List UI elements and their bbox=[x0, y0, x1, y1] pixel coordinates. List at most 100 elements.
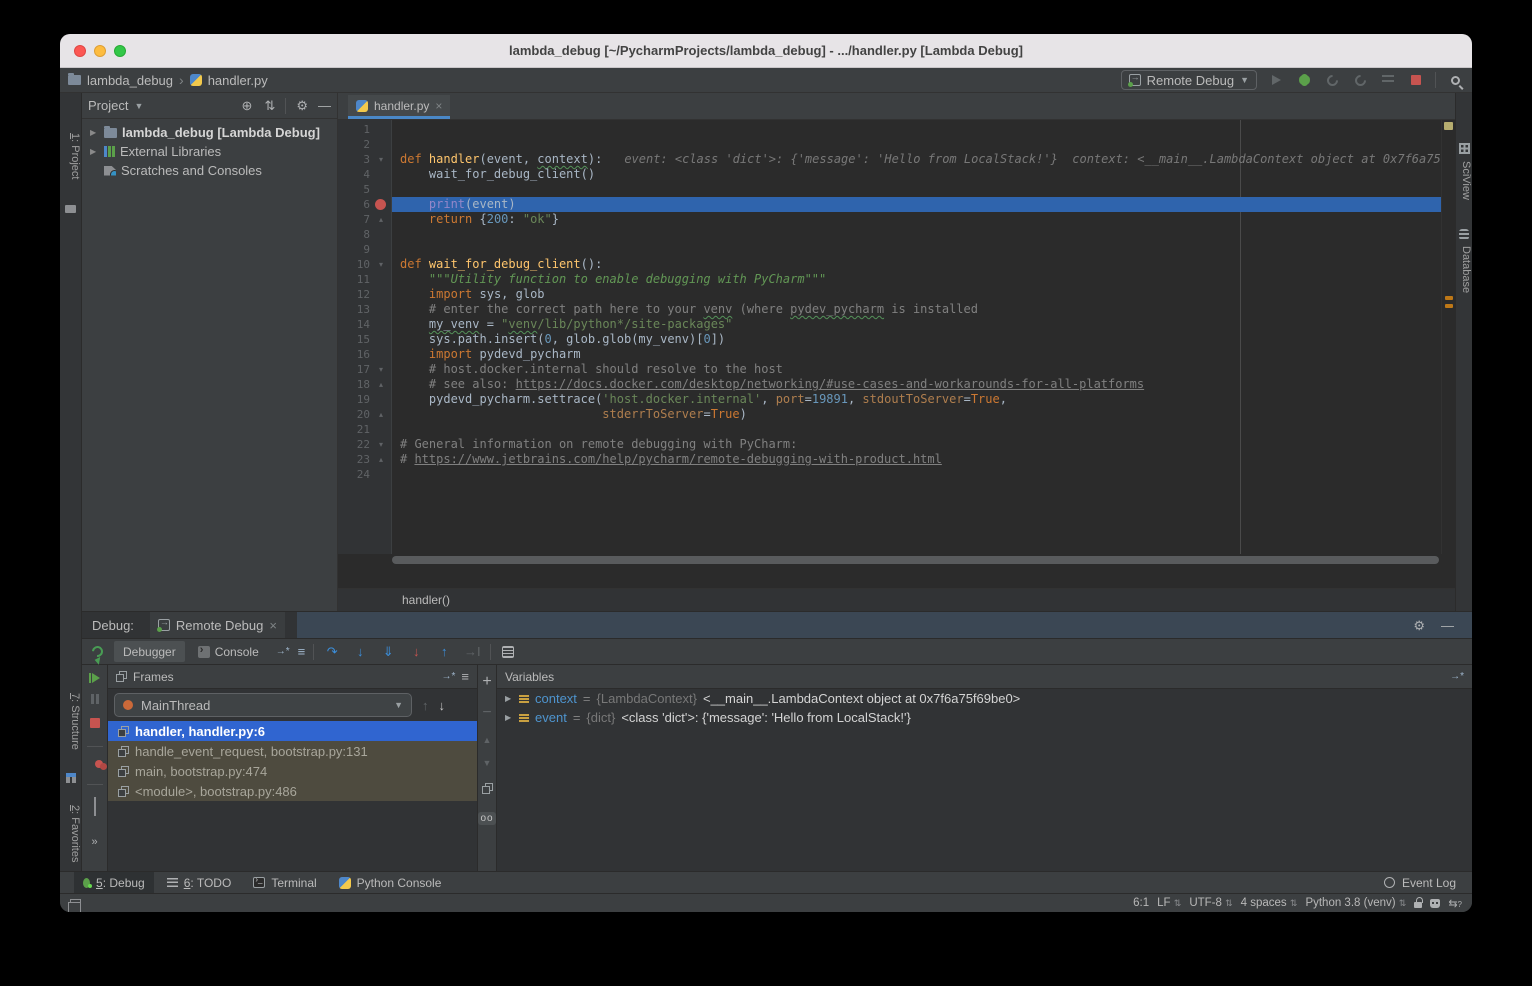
expand-arrow-icon[interactable]: ▶ bbox=[90, 147, 99, 156]
code-text[interactable] bbox=[392, 227, 1455, 242]
line-number[interactable]: 3 bbox=[338, 152, 370, 167]
remove-watch-button[interactable]: − bbox=[482, 704, 491, 722]
variable-row[interactable]: ▶event={dict}<class 'dict'>: {'message':… bbox=[497, 708, 1472, 727]
more-actions-button[interactable]: » bbox=[91, 837, 97, 848]
line-number[interactable]: 11 bbox=[338, 272, 370, 287]
line-number[interactable]: 16 bbox=[338, 347, 370, 362]
run-with-options-button[interactable] bbox=[1379, 71, 1397, 89]
horizontal-scrollbar[interactable] bbox=[392, 556, 1439, 564]
caret-position[interactable]: 6:1 bbox=[1133, 897, 1149, 909]
add-watch-button[interactable]: + bbox=[482, 673, 491, 691]
line-number[interactable]: 15 bbox=[338, 332, 370, 347]
close-tab-icon[interactable]: × bbox=[435, 99, 442, 113]
line-number[interactable]: 6 bbox=[338, 197, 370, 212]
fold-marker[interactable]: ▴ bbox=[370, 407, 392, 422]
step-into-button[interactable]: ↓ bbox=[350, 644, 370, 659]
code-text[interactable]: def handler(event, context):event: <clas… bbox=[392, 152, 1455, 167]
zoom-window-button[interactable] bbox=[114, 45, 126, 57]
debug-session-tab[interactable]: Remote Debug × bbox=[150, 612, 285, 638]
fold-marker[interactable] bbox=[370, 197, 392, 212]
resume-button[interactable] bbox=[89, 673, 100, 683]
code-line[interactable]: 6 print(event) bbox=[338, 197, 1455, 212]
minimize-window-button[interactable] bbox=[94, 45, 106, 57]
line-number[interactable]: 24 bbox=[338, 467, 370, 482]
collapse-all-icon[interactable]: ⇅ bbox=[264, 99, 275, 112]
run-button[interactable] bbox=[1267, 71, 1285, 89]
fold-marker[interactable] bbox=[370, 422, 392, 437]
fold-marker[interactable]: ▴ bbox=[370, 452, 392, 467]
line-number[interactable]: 4 bbox=[338, 167, 370, 182]
tool-button-database[interactable]: Database bbox=[1456, 246, 1472, 293]
line-number[interactable]: 5 bbox=[338, 182, 370, 197]
code-line[interactable]: 7▴ return {200: "ok"} bbox=[338, 212, 1455, 227]
tree-item[interactable]: ▶lambda_debug [Lambda Debug] bbox=[82, 123, 337, 142]
line-number[interactable]: 7 bbox=[338, 212, 370, 227]
code-editor[interactable]: 123▾def handler(event, context):event: <… bbox=[338, 120, 1455, 554]
restore-layout-button[interactable] bbox=[94, 798, 96, 816]
tool-button-sciview[interactable]: SciView bbox=[1456, 161, 1472, 200]
code-text[interactable]: import pydevd_pycharm bbox=[392, 347, 1455, 362]
unlock-icon[interactable] bbox=[1414, 902, 1422, 908]
fold-marker[interactable] bbox=[370, 287, 392, 302]
stack-frame-row[interactable]: handle_event_request, bootstrap.py:131 bbox=[108, 741, 477, 761]
pin-tab-icon[interactable]: →* bbox=[442, 671, 456, 682]
line-number[interactable]: 10 bbox=[338, 257, 370, 272]
code-line[interactable]: 10▾def wait_for_debug_client(): bbox=[338, 257, 1455, 272]
code-line[interactable]: 18▴ # see also: https://docs.docker.com/… bbox=[338, 377, 1455, 392]
line-number[interactable]: 1 bbox=[338, 122, 370, 137]
locate-file-icon[interactable]: ⊕ bbox=[242, 99, 253, 112]
tool-button-structure[interactable]: 7: Structure bbox=[60, 693, 81, 750]
fold-marker[interactable]: ▾ bbox=[370, 362, 392, 377]
code-text[interactable]: def wait_for_debug_client(): bbox=[392, 257, 1455, 272]
pin-tab-icon[interactable]: →* bbox=[1450, 671, 1464, 682]
code-text[interactable] bbox=[392, 137, 1455, 152]
code-line[interactable]: 20▴ stderrToServer=True) bbox=[338, 407, 1455, 422]
code-line[interactable]: 19 pydevd_pycharm.settrace('host.docker.… bbox=[338, 392, 1455, 407]
debug-tab-debugger[interactable]: Debugger bbox=[114, 641, 185, 662]
fold-marker[interactable] bbox=[370, 317, 392, 332]
code-text[interactable]: import sys, glob bbox=[392, 287, 1455, 302]
expand-arrow-icon[interactable]: ▶ bbox=[505, 694, 513, 703]
gear-icon[interactable]: ⚙ bbox=[296, 99, 308, 112]
code-line[interactable]: 23▴# https://www.jetbrains.com/help/pych… bbox=[338, 452, 1455, 467]
update-icon[interactable]: ⇆? bbox=[1448, 897, 1462, 910]
code-line[interactable]: 13 # enter the correct path here to your… bbox=[338, 302, 1455, 317]
code-line[interactable]: 15 sys.path.insert(0, glob.glob(my_venv)… bbox=[338, 332, 1455, 347]
thread-selector[interactable]: MainThread ▼ bbox=[114, 693, 412, 717]
fold-marker[interactable] bbox=[370, 467, 392, 482]
line-number[interactable]: 9 bbox=[338, 242, 370, 257]
line-number[interactable]: 18 bbox=[338, 377, 370, 392]
stack-frame-row[interactable]: <module>, bootstrap.py:486 bbox=[108, 781, 477, 801]
fold-marker[interactable] bbox=[370, 272, 392, 287]
tree-item[interactable]: ▶External Libraries bbox=[82, 142, 337, 161]
line-number[interactable]: 21 bbox=[338, 422, 370, 437]
coverage-button[interactable] bbox=[1323, 71, 1341, 89]
line-number[interactable]: 13 bbox=[338, 302, 370, 317]
code-line[interactable]: 12 import sys, glob bbox=[338, 287, 1455, 302]
chevron-down-icon[interactable]: ▼ bbox=[134, 101, 143, 111]
pause-button[interactable] bbox=[91, 694, 99, 704]
line-number[interactable]: 22 bbox=[338, 437, 370, 452]
hamburger-menu-icon[interactable]: ≡ bbox=[461, 670, 469, 683]
step-out-button[interactable]: ↑ bbox=[434, 644, 454, 659]
code-text[interactable]: # https://www.jetbrains.com/help/pycharm… bbox=[392, 452, 1455, 467]
code-text[interactable]: sys.path.insert(0, glob.glob(my_venv)[0]… bbox=[392, 332, 1455, 347]
highlighting-level-icon[interactable] bbox=[1430, 899, 1440, 908]
debug-button[interactable] bbox=[1295, 71, 1313, 89]
code-text[interactable]: my_venv = "venv/lib/python*/site-package… bbox=[392, 317, 1455, 332]
code-line[interactable]: 22▾# General information on remote debug… bbox=[338, 437, 1455, 452]
code-line[interactable]: 3▾def handler(event, context):event: <cl… bbox=[338, 152, 1455, 167]
code-line[interactable]: 1 bbox=[338, 122, 1455, 137]
show-watches-toggle[interactable]: oo bbox=[478, 812, 495, 825]
breadcrumb-project[interactable]: lambda_debug bbox=[87, 73, 173, 88]
fold-marker[interactable]: ▾ bbox=[370, 257, 392, 272]
editor-tab-handler[interactable]: handler.py × bbox=[348, 95, 450, 119]
line-number[interactable]: 2 bbox=[338, 137, 370, 152]
line-ending-selector[interactable]: LF ⇅ bbox=[1157, 897, 1181, 909]
code-text[interactable]: # see also: https://docs.docker.com/desk… bbox=[392, 377, 1455, 392]
code-line[interactable]: 21 bbox=[338, 422, 1455, 437]
next-frame-button[interactable]: ↓ bbox=[439, 699, 446, 712]
code-text[interactable]: # host.docker.internal should resolve to… bbox=[392, 362, 1455, 377]
line-number[interactable]: 17 bbox=[338, 362, 370, 377]
code-text[interactable]: pydevd_pycharm.settrace('host.docker.int… bbox=[392, 392, 1455, 407]
